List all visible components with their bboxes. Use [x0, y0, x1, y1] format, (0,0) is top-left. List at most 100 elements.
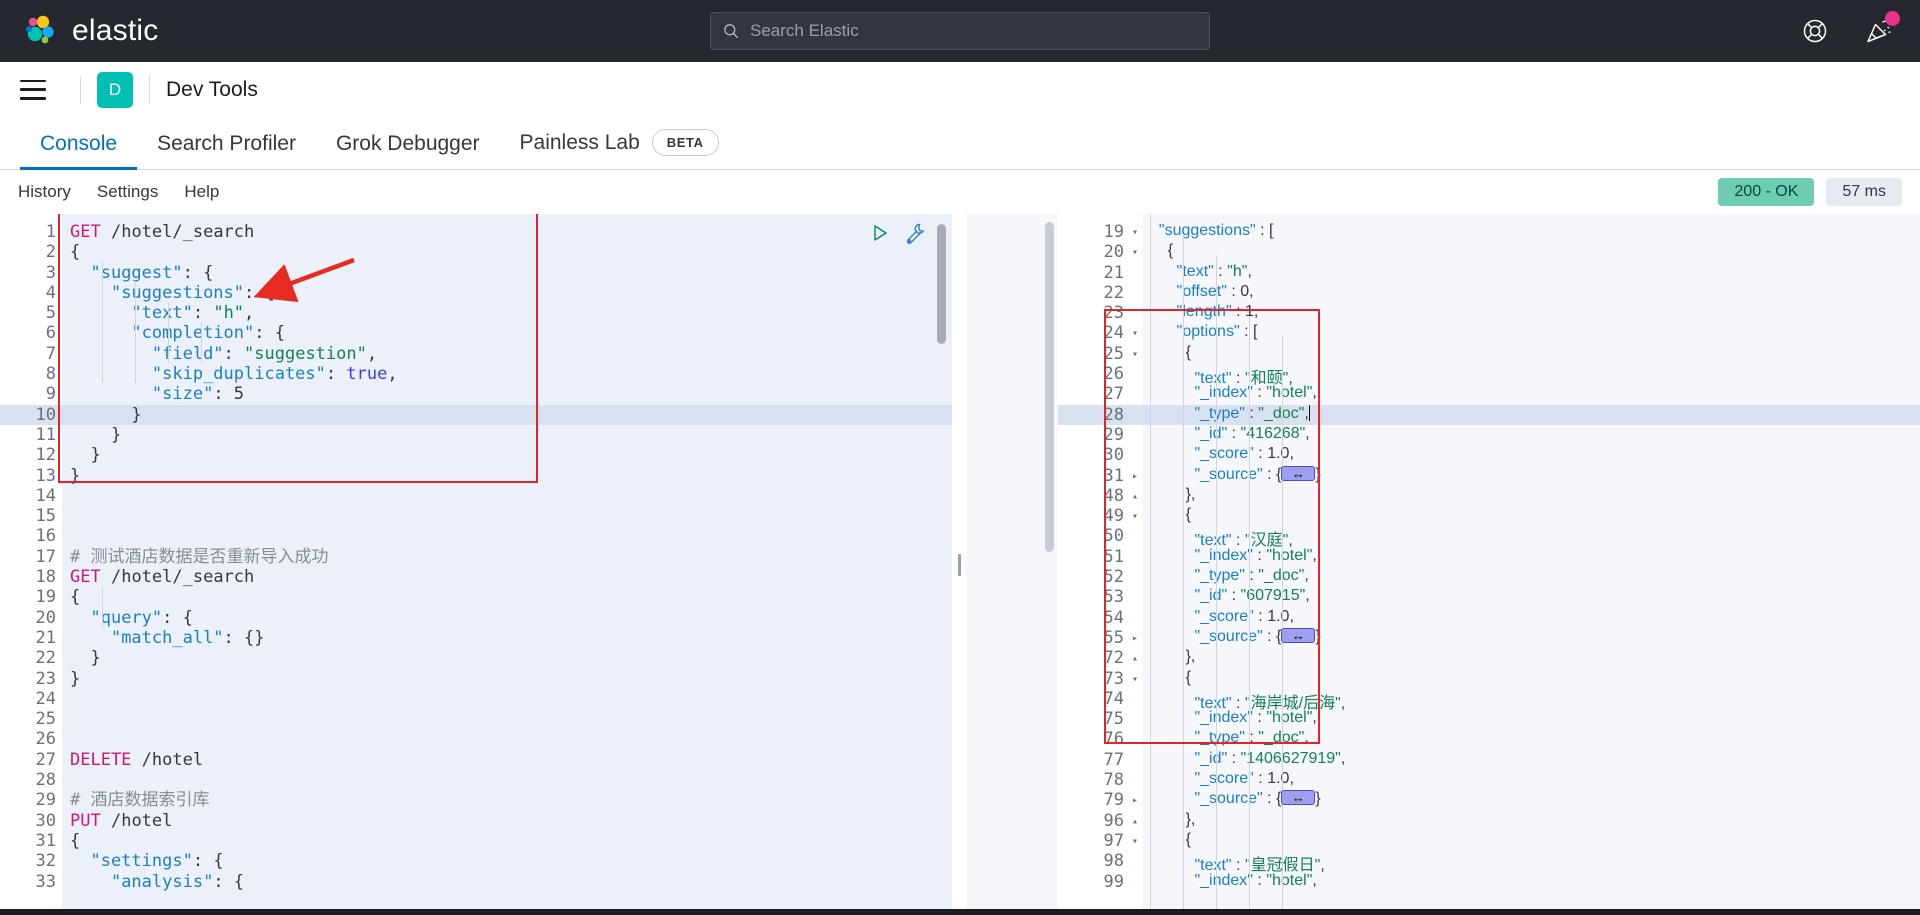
request-line-gutter[interactable]: 12▾3▾4▾56▾78910▴11▴12▴13▴141516171819▾20… — [0, 214, 73, 915]
wrench-icon[interactable] — [904, 222, 926, 249]
code-line[interactable]: { — [1142, 242, 1920, 262]
request-scrollbar[interactable] — [937, 224, 946, 344]
help-button[interactable]: Help — [184, 182, 219, 202]
code-line[interactable]: }, — [1142, 486, 1920, 506]
request-actions[interactable] — [870, 222, 926, 249]
code-line[interactable]: "_type" : "_doc", — [1142, 567, 1920, 587]
code-line[interactable] — [62, 506, 952, 526]
code-line[interactable] — [62, 770, 952, 790]
code-line[interactable]: "settings": { — [62, 851, 952, 871]
code-line[interactable]: "text": "h", — [62, 303, 952, 323]
elastic-brand[interactable]: elastic — [24, 14, 158, 48]
code-line[interactable]: DELETE /hotel — [62, 750, 952, 770]
code-line[interactable]: "_source" : {} — [1142, 626, 1920, 648]
code-line[interactable]: } — [62, 425, 952, 445]
code-line[interactable]: "_index" : "hotel", — [1142, 709, 1920, 729]
response-pane[interactable]: 19 ▾ 20 ▾ 21 22 23 24 ▾ 25 ▾ 26 27 28 29 30 31 ▸ 48 ▴ 49 ▾ 50 5… — [966, 214, 1920, 915]
code-line[interactable]: "suggestions" : [ — [1142, 222, 1920, 242]
pane-resizer[interactable] — [952, 214, 966, 915]
code-line[interactable]: "_source" : {} — [1142, 464, 1920, 486]
request-code[interactable]: GET /hotel/_search{ "suggest": { "sugges… — [62, 214, 952, 915]
settings-button[interactable]: Settings — [97, 182, 158, 202]
code-line[interactable]: { — [62, 587, 952, 607]
fold-toggle-icon[interactable]: ▾ — [1132, 223, 1138, 243]
code-line[interactable]: }, — [1142, 811, 1920, 831]
app-avatar[interactable]: D — [97, 71, 133, 108]
code-line[interactable]: } — [62, 669, 952, 689]
fold-toggle-icon[interactable]: ▾ — [1132, 345, 1138, 365]
code-line[interactable]: "_id" : "1406627919", — [1142, 750, 1920, 770]
announcement-icon[interactable] — [1864, 11, 1900, 46]
code-line[interactable]: GET /hotel/_search — [62, 222, 952, 242]
code-line[interactable]: "completion": { — [62, 323, 952, 343]
fold-toggle-icon[interactable]: ▾ — [1132, 670, 1138, 690]
code-line[interactable]: "suggestions": { — [62, 283, 952, 303]
code-line[interactable]: "analysis": { — [62, 872, 952, 892]
fold-toggle-icon[interactable]: ▾ — [1132, 243, 1138, 263]
response-scrollbar[interactable] — [1045, 222, 1054, 552]
code-line[interactable]: { — [62, 242, 952, 262]
code-line[interactable] — [62, 526, 952, 546]
code-line[interactable]: "size": 5 — [62, 384, 952, 404]
fold-toggle-icon[interactable]: ▾ — [1132, 507, 1138, 527]
code-line[interactable]: } — [62, 648, 952, 668]
code-line[interactable]: "_index" : "hotel", — [1142, 872, 1920, 892]
code-line[interactable]: "text" : "和颐", — [1142, 364, 1920, 387]
lifebuoy-icon[interactable] — [1800, 16, 1830, 46]
code-line[interactable]: "query": { — [62, 608, 952, 628]
fold-toggle-icon[interactable]: ▾ — [1132, 832, 1138, 852]
code-line[interactable]: GET /hotel/_search — [62, 567, 952, 587]
tab-painless-lab[interactable]: Painless Lab BETA — [500, 129, 739, 169]
code-line[interactable] — [62, 729, 952, 749]
code-line[interactable]: }, — [1142, 648, 1920, 668]
collapsed-source-widget[interactable] — [1281, 788, 1316, 808]
tab-console[interactable]: Console — [20, 132, 138, 170]
fold-toggle-icon[interactable]: ▾ — [1132, 324, 1138, 344]
code-line[interactable]: "_index" : "hotel", — [1142, 547, 1920, 567]
code-line[interactable]: "text" : "皇冠假日", — [1142, 851, 1920, 874]
code-line[interactable]: } — [62, 404, 952, 425]
collapsed-source-widget[interactable] — [1281, 626, 1316, 646]
fold-toggle-icon[interactable]: ▸ — [1132, 791, 1138, 811]
code-line[interactable]: "text" : "汉庭", — [1142, 526, 1920, 549]
fold-toggle-icon[interactable]: ▸ — [1132, 467, 1138, 487]
code-line[interactable] — [62, 689, 952, 709]
code-line[interactable]: "_index" : "hotel", — [1142, 384, 1920, 404]
code-line[interactable]: "text" : "h", — [1142, 263, 1920, 283]
code-line[interactable]: { — [1142, 506, 1920, 526]
code-line[interactable]: { — [1142, 669, 1920, 689]
code-line[interactable]: "options" : [ — [1142, 323, 1920, 343]
resizer-grip[interactable] — [957, 553, 961, 576]
code-line[interactable]: "_score" : 1.0, — [1142, 608, 1920, 628]
collapsed-source-widget[interactable] — [1281, 464, 1316, 484]
code-line[interactable]: "suggest": { — [62, 263, 952, 283]
request-editor-pane[interactable]: 12▾3▾4▾56▾78910▴11▴12▴13▴141516171819▾20… — [0, 214, 952, 915]
code-line[interactable]: { — [1142, 344, 1920, 364]
code-line[interactable]: "match_all": {} — [62, 628, 952, 648]
code-line[interactable]: "text" : "海岸城/后海", — [1142, 689, 1920, 712]
play-icon[interactable] — [870, 223, 890, 248]
hamburger-menu-icon[interactable] — [20, 79, 46, 100]
code-line[interactable]: "_source" : {} — [1142, 788, 1920, 810]
code-line[interactable]: "length" : 1, — [1142, 303, 1920, 323]
code-line[interactable]: "_type" : "_doc", — [1142, 729, 1920, 749]
fold-toggle-icon[interactable]: ▴ — [1132, 487, 1138, 507]
code-line[interactable]: } — [62, 466, 952, 486]
code-line[interactable]: # 酒店数据索引库 — [62, 790, 952, 810]
fold-toggle-icon[interactable]: ▴ — [1132, 812, 1138, 832]
code-line[interactable]: "field": "suggestion", — [62, 344, 952, 364]
code-line[interactable]: { — [62, 831, 952, 851]
code-line[interactable]: "skip_duplicates": true, — [62, 364, 952, 384]
fold-toggle-icon[interactable]: ▴ — [1132, 649, 1138, 669]
tab-search-profiler[interactable]: Search Profiler — [137, 132, 316, 169]
global-search[interactable] — [710, 12, 1210, 50]
code-line[interactable] — [62, 486, 952, 506]
code-line[interactable]: "offset" : 0, — [1142, 283, 1920, 303]
code-line[interactable]: "_id" : "416268", — [1142, 425, 1920, 445]
code-line[interactable]: } — [62, 445, 952, 465]
tab-grok-debugger[interactable]: Grok Debugger — [316, 132, 500, 169]
code-line[interactable]: "_id" : "607915", — [1142, 587, 1920, 607]
code-line[interactable]: { — [1142, 831, 1920, 851]
code-line[interactable]: "_score" : 1.0, — [1142, 770, 1920, 790]
response-line-gutter[interactable]: 19 ▾ 20 ▾ 21 22 23 24 ▾ 25 ▾ 26 27 28 29 30 31 ▸ 48 ▴ 49 ▾ 50 5… — [1058, 214, 1142, 915]
